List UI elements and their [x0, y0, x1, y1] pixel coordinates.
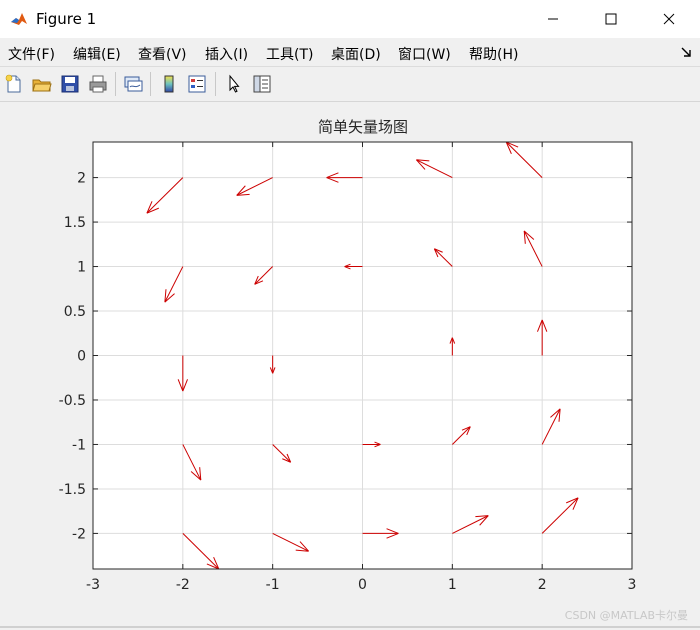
y-tick-label: 0 [77, 349, 86, 365]
property-inspector-button[interactable] [250, 72, 274, 96]
y-tick-label: -1 [72, 437, 86, 453]
new-figure-button[interactable] [2, 72, 26, 96]
x-tick-label: 0 [358, 577, 367, 593]
watermark: CSDN @MATLAB卡尔曼 [565, 609, 688, 622]
y-tick-label: 1 [77, 260, 86, 276]
x-tick-label: -3 [86, 577, 100, 593]
minimize-icon [548, 18, 558, 20]
chart-title: 简单矢量场图 [318, 118, 408, 136]
edit-plot-button[interactable] [222, 72, 246, 96]
x-tick-label: -1 [266, 577, 280, 593]
printer-icon [89, 75, 107, 93]
menu-file[interactable]: 文件(F) [8, 44, 55, 64]
property-editor-icon [253, 75, 271, 93]
insert-colorbar-button[interactable] [157, 72, 181, 96]
maximize-button[interactable] [588, 0, 634, 38]
menu-window[interactable]: 窗口(W) [398, 44, 451, 64]
save-disk-icon [61, 75, 79, 93]
menu-tools[interactable]: 工具(T) [266, 44, 313, 64]
x-tick-label: 3 [628, 577, 637, 593]
x-tick-label: -2 [176, 577, 190, 593]
y-tick-label: 2 [77, 171, 86, 187]
figure-canvas[interactable]: -3 -2 -1 0 1 2 3 -2 -1.5 -1 -0.5 0 0.5 1 1.5 2 简单矢量场图 … [0, 102, 700, 626]
legend-icon [188, 75, 206, 93]
menu-bar: 文件(F) 编辑(E) 查看(V) 插入(I) 工具(T) 桌面(D) 窗口(W… [0, 38, 700, 67]
x-tick-label: 2 [538, 577, 547, 593]
open-file-button[interactable] [30, 72, 54, 96]
link-plot-icon [124, 76, 143, 92]
menu-edit[interactable]: 编辑(E) [73, 44, 121, 64]
colorbar-icon [164, 75, 174, 93]
y-tick-label: 0.5 [64, 304, 86, 320]
y-tick-label: 1.5 [64, 215, 86, 231]
window-title: Figure 1 [36, 10, 97, 28]
y-tick-label: -1.5 [59, 482, 86, 498]
menu-insert[interactable]: 插入(I) [205, 44, 248, 64]
y-tick-label: -0.5 [59, 393, 86, 409]
link-plot-button[interactable] [121, 72, 145, 96]
new-figure-icon [5, 74, 21, 93]
y-tick-label: -2 [72, 526, 86, 542]
title-bar: Figure 1 [0, 0, 700, 38]
open-folder-icon [32, 79, 52, 92]
menu-view[interactable]: 查看(V) [138, 44, 187, 64]
print-button[interactable] [86, 72, 110, 96]
menu-desktop[interactable]: 桌面(D) [331, 44, 381, 64]
menu-help[interactable]: 帮助(H) [469, 44, 518, 64]
save-button[interactable] [58, 72, 82, 96]
matlab-logo-icon [10, 10, 28, 28]
pointer-arrow-icon [229, 74, 240, 93]
maximize-icon [605, 13, 617, 25]
close-icon [663, 13, 675, 25]
minimize-button[interactable] [530, 0, 576, 38]
vector-field-plot[interactable]: -3 -2 -1 0 1 2 3 -2-1.5-1-0.500.511.52 简单矢量场图 … [0, 102, 700, 626]
x-tick-label: 1 [448, 577, 457, 593]
insert-legend-button[interactable] [185, 72, 209, 96]
dock-arrow-icon[interactable] [680, 46, 692, 58]
close-button[interactable] [646, 0, 692, 38]
toolbar [0, 67, 700, 102]
